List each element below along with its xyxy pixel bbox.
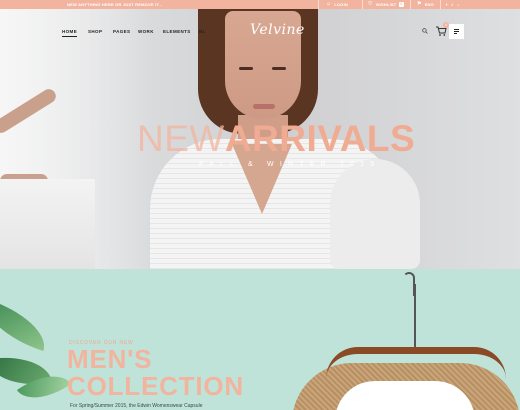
nav-item-blog[interactable]: BL (199, 29, 206, 34)
collection-title-line2: COLLECTION (67, 371, 244, 401)
wishlist-count-badge: 0 (399, 2, 404, 7)
nav-item-pages[interactable]: PAGES (113, 29, 130, 34)
login-label: LOGIN (334, 2, 348, 7)
hero-title-new: NEW (137, 118, 225, 159)
heart-icon: ♡ (368, 1, 373, 7)
collection-description: For Spring/Summer 2015, the Edwin Womens… (70, 403, 203, 409)
divider (410, 0, 411, 9)
hanger-stem (414, 284, 416, 354)
brand-logo[interactable]: Velvine (250, 22, 305, 38)
hero-model-eye (239, 67, 253, 70)
nav-item-work[interactable]: WORK (138, 29, 154, 34)
social-links: f t ○ (446, 2, 460, 7)
hero-model-sleeve (330, 159, 420, 269)
wooden-hanger (326, 347, 506, 379)
collection-section: DISCOVER OUR NEW MEN'S COLLECTION For Sp… (0, 269, 520, 410)
hero-banner: HOME SHOP PAGES WORK ELEMENTS BL Velvine… (0, 9, 520, 269)
flag-icon: ⚑ (417, 1, 422, 7)
language-selector[interactable]: ⚑ ENG (417, 1, 434, 8)
divider (318, 0, 319, 9)
login-link[interactable]: ☺ LOGIN (326, 1, 348, 8)
promo-text: NEW ANYTHING HERE OR JUST REMOVE IT... (67, 2, 163, 7)
hero-subtitle: FALL & WINTER 2015 (199, 161, 381, 168)
hero-title-arrivals: ARRIVALS (224, 118, 416, 159)
language-label: ENG (424, 2, 434, 7)
divider (440, 0, 441, 9)
hero-model-lips (253, 104, 275, 109)
nav-item-shop[interactable]: SHOP (88, 29, 102, 34)
sweater-neckline (335, 381, 475, 410)
search-icon[interactable] (422, 28, 428, 34)
menu-button[interactable] (449, 24, 464, 39)
wishlist-label: WISHLIST (375, 2, 397, 7)
twitter-icon[interactable]: t (452, 2, 454, 7)
divider (362, 0, 363, 9)
nav-item-home[interactable]: HOME (62, 29, 78, 37)
hero-pedestal (0, 179, 95, 269)
wishlist-link[interactable]: ♡ WISHLIST 0 (368, 2, 404, 7)
plant-leaf (0, 298, 54, 352)
collection-title-line1: MEN'S (67, 344, 153, 374)
collection-title: MEN'S COLLECTION (67, 346, 244, 400)
hero-model-eye (272, 67, 286, 70)
facebook-icon[interactable]: f (446, 2, 448, 7)
user-icon: ☺ (326, 1, 332, 7)
nav-item-elements[interactable]: ELEMENTS (163, 29, 191, 34)
hero-title: NEWARRIVALS (137, 120, 415, 157)
instagram-icon[interactable]: ○ (457, 2, 460, 7)
top-promo-bar: NEW ANYTHING HERE OR JUST REMOVE IT... ☺… (0, 0, 520, 9)
